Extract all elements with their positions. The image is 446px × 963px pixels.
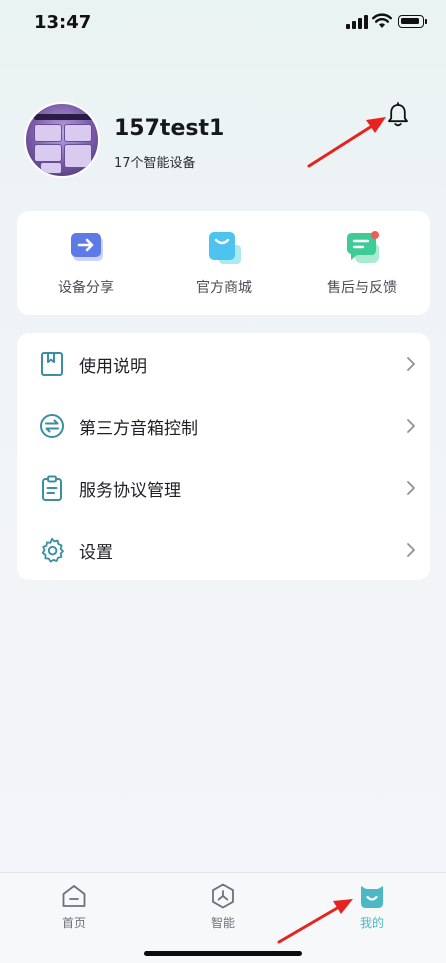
chevron-right-icon bbox=[407, 481, 415, 495]
tab-label: 智能 bbox=[210, 916, 235, 930]
quick-action-label: 设备分享 bbox=[58, 280, 114, 296]
device-count[interactable]: 17个智能设备 bbox=[114, 152, 196, 171]
settings-menu-card: 使用说明 第三方音箱控制 服务协议管理 设置 bbox=[17, 333, 430, 580]
quick-action-label: 售后与反馈 bbox=[327, 280, 397, 296]
tab-smart[interactable]: 智能 bbox=[149, 873, 297, 943]
chevron-right-icon bbox=[407, 543, 415, 557]
tab-label: 我的 bbox=[359, 916, 384, 930]
mine-smile-icon bbox=[361, 886, 383, 908]
user-name[interactable]: 157test1 bbox=[114, 116, 224, 141]
shopping-bag-icon bbox=[209, 232, 241, 264]
swap-arrows-icon bbox=[40, 414, 64, 438]
tab-mine[interactable]: 我的 bbox=[298, 873, 446, 943]
home-icon bbox=[62, 885, 86, 907]
profile-header: 157test1 17个智能设备 bbox=[24, 102, 424, 182]
menu-item-label: 第三方音箱控制 bbox=[79, 419, 198, 439]
wifi-icon bbox=[372, 13, 392, 28]
quick-action-label: 官方商城 bbox=[196, 280, 252, 296]
menu-item-service-agreement[interactable]: 服务协议管理 bbox=[17, 457, 430, 519]
battery-icon bbox=[398, 15, 424, 28]
status-bar: 13:47 bbox=[0, 0, 446, 48]
tab-label: 首页 bbox=[61, 916, 86, 930]
quick-action-after-sales-feedback[interactable]: 售后与反馈 bbox=[293, 211, 431, 315]
bookmark-book-icon bbox=[41, 352, 63, 376]
avatar[interactable] bbox=[24, 102, 100, 178]
menu-item-user-guide[interactable]: 使用说明 bbox=[17, 333, 430, 395]
menu-item-label: 服务协议管理 bbox=[79, 481, 181, 501]
notification-bell-icon[interactable] bbox=[386, 102, 410, 128]
home-indicator bbox=[144, 951, 302, 956]
battery-cap bbox=[425, 19, 427, 24]
status-time: 13:47 bbox=[34, 12, 92, 33]
feedback-chat-icon bbox=[347, 231, 379, 263]
bottom-tab-bar: 首页 智能 我的 bbox=[0, 872, 446, 963]
quick-actions-card: 设备分享 官方商城 售后与反馈 bbox=[17, 211, 430, 315]
quick-action-share-device[interactable]: 设备分享 bbox=[17, 211, 155, 315]
share-device-icon bbox=[71, 233, 103, 261]
gear-icon bbox=[41, 537, 64, 563]
chevron-right-icon bbox=[407, 419, 415, 433]
quick-action-official-store[interactable]: 官方商城 bbox=[155, 211, 293, 315]
menu-item-label: 设置 bbox=[79, 543, 113, 563]
clipboard-icon bbox=[42, 475, 62, 501]
cellular-signal-icon bbox=[346, 15, 368, 29]
tab-home[interactable]: 首页 bbox=[0, 873, 148, 943]
menu-item-label: 使用说明 bbox=[79, 357, 147, 377]
menu-item-third-party-speaker[interactable]: 第三方音箱控制 bbox=[17, 395, 430, 457]
smart-hexagon-icon bbox=[212, 883, 234, 909]
menu-item-settings[interactable]: 设置 bbox=[17, 519, 430, 581]
chevron-right-icon bbox=[407, 357, 415, 371]
